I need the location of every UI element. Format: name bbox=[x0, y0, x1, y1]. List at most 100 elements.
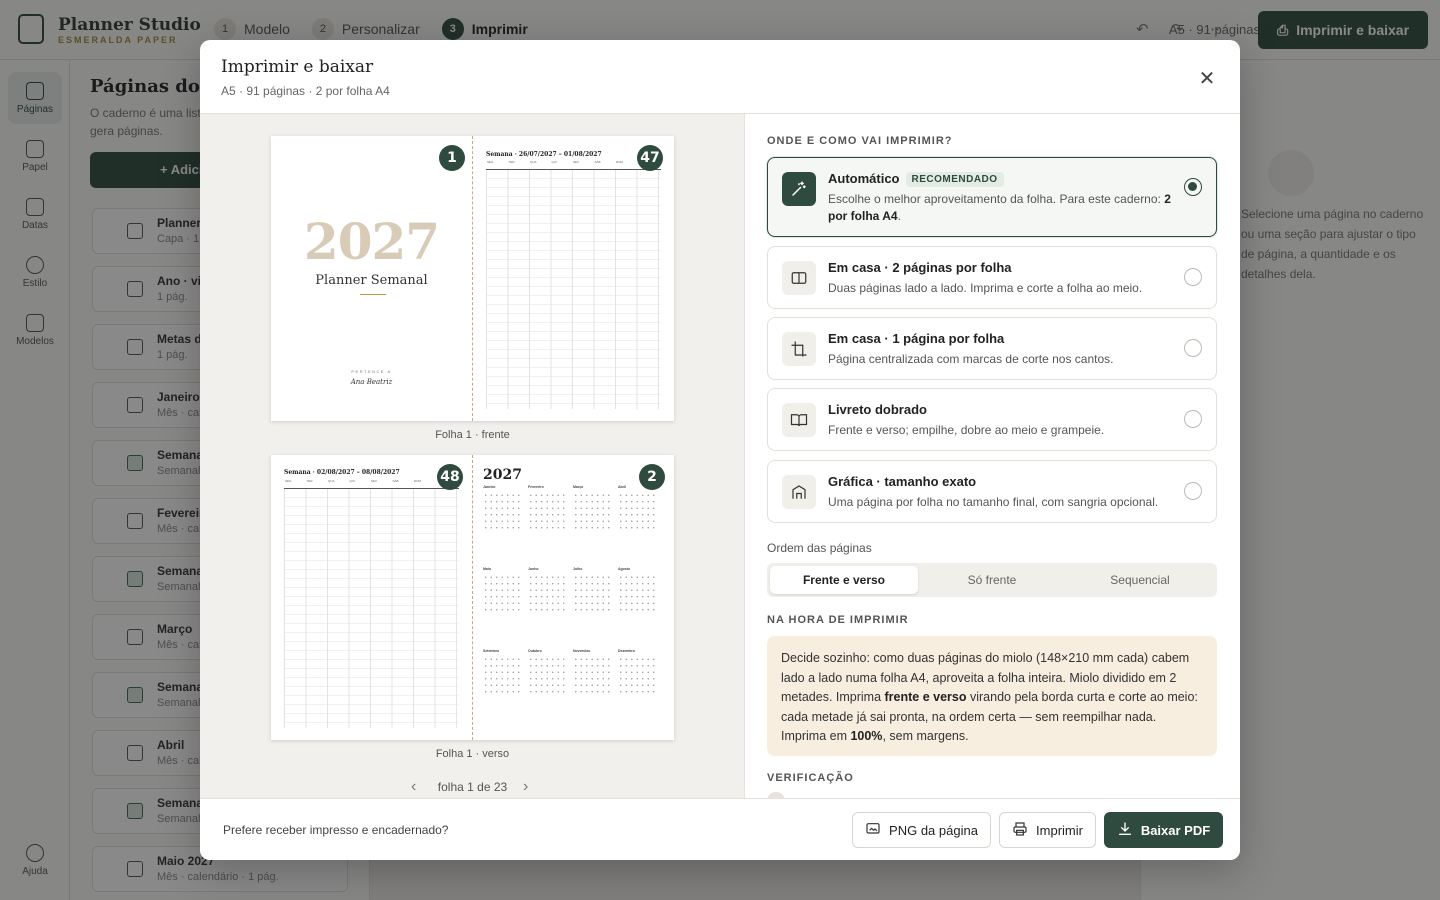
option-title-text: Automático bbox=[828, 171, 900, 186]
month-days bbox=[528, 492, 568, 532]
weekday-label: SEG bbox=[285, 479, 292, 483]
print-shop-icon bbox=[782, 475, 816, 509]
verify-title: VERIFICAÇÃO bbox=[767, 772, 854, 784]
mini-month: Julho bbox=[573, 567, 613, 617]
radio-selected[interactable] bbox=[1184, 178, 1202, 196]
crop-marks-icon bbox=[782, 332, 816, 366]
pdf-label: Baixar PDF bbox=[1140, 822, 1211, 838]
close-icon: ✕ bbox=[1198, 67, 1216, 90]
month-days bbox=[483, 574, 523, 614]
order-segmented-control: Frente e verso Só frente Sequencial bbox=[767, 563, 1217, 597]
radio[interactable] bbox=[1184, 339, 1202, 357]
sheet-back: Semana · 02/08/2027 – 08/08/2027 SEG TER Q… bbox=[271, 455, 674, 740]
option-desc: Escolhe o melhor aproveitamento da folha… bbox=[828, 191, 1178, 225]
next-sheet-button[interactable]: › bbox=[523, 778, 528, 796]
radio[interactable] bbox=[1184, 482, 1202, 500]
month-days bbox=[528, 656, 568, 696]
option-title: Automático RECOMENDADO bbox=[828, 171, 1004, 187]
printer-icon bbox=[1012, 821, 1028, 840]
week-title: Semana · 26/07/2027 – 01/08/2027 bbox=[486, 151, 602, 158]
two-pages-icon bbox=[782, 261, 816, 295]
fold-line bbox=[472, 455, 473, 740]
year-title: 2027 bbox=[483, 467, 522, 483]
week-grid bbox=[486, 169, 661, 409]
mini-month: Janeiro bbox=[483, 485, 523, 535]
month-days bbox=[483, 492, 523, 532]
month-days bbox=[618, 492, 658, 532]
options-pane: ONDE E COMO VAI IMPRIMIR? Automático RECO… bbox=[745, 114, 1240, 798]
sheet-front-caption: Folha 1 · frente bbox=[435, 429, 510, 441]
recommended-badge: RECOMENDADO bbox=[905, 172, 1004, 187]
mini-month: Setembro bbox=[483, 649, 523, 699]
order-label: Ordem das páginas bbox=[767, 541, 872, 555]
option-print-shop[interactable]: Gráfica · tamanho exato Uma página por f… bbox=[767, 460, 1217, 523]
mini-month: Maio bbox=[483, 567, 523, 617]
week-days: SEG TER QUA QUI SEX SÁB DOM bbox=[285, 479, 436, 483]
cover-name: Planner Semanal bbox=[315, 273, 428, 288]
mini-month: Novembro bbox=[573, 649, 613, 699]
page-badge: 1 bbox=[439, 145, 465, 171]
print-label: Imprimir bbox=[1036, 822, 1083, 838]
print-instructions: Decide sozinho: como duas páginas do mio… bbox=[767, 636, 1217, 756]
month-name: Fevereiro bbox=[528, 485, 544, 489]
radio[interactable] bbox=[1184, 410, 1202, 428]
weekday-label: QUI bbox=[349, 479, 355, 483]
desc-text: Escolhe o melhor aproveitamento da folha… bbox=[828, 192, 1165, 206]
option-title: Em casa · 2 páginas por folha bbox=[828, 260, 1012, 275]
month-days bbox=[573, 492, 613, 532]
order-option-duplex[interactable]: Frente e verso bbox=[770, 566, 918, 594]
option-desc: Uma página por folha no tamanho final, c… bbox=[828, 495, 1159, 509]
close-button[interactable]: ✕ bbox=[1192, 63, 1222, 93]
cover-belongs: PERTENCE A bbox=[351, 369, 392, 374]
month-days bbox=[618, 656, 658, 696]
preview-pane: 2027 Planner Semanal PERTENCE A Ana Beat… bbox=[200, 114, 745, 798]
print-modal: Imprimir e baixar A5 · 91 páginas · 2 po… bbox=[200, 40, 1240, 860]
option-desc: Página centralizada com marcas de corte … bbox=[828, 352, 1114, 366]
sheet-pager: folha 1 de 23 bbox=[437, 780, 508, 794]
month-name: Outubro bbox=[528, 649, 542, 653]
radio[interactable] bbox=[1184, 268, 1202, 286]
weekday-label: DOM bbox=[616, 160, 623, 164]
mini-month: Junho bbox=[528, 567, 568, 617]
sheet-front: 2027 Planner Semanal PERTENCE A Ana Beat… bbox=[271, 136, 674, 421]
image-icon bbox=[865, 821, 881, 840]
weekday-label: QUI bbox=[551, 160, 557, 164]
option-automatic[interactable]: Automático RECOMENDADO Escolhe o melhor a… bbox=[767, 157, 1217, 237]
desc-text: . bbox=[897, 209, 901, 223]
option-home-2up[interactable]: Em casa · 2 páginas por folha Duas págin… bbox=[767, 246, 1217, 309]
option-title: Em casa · 1 página por folha bbox=[828, 331, 1005, 346]
month-days bbox=[528, 574, 568, 614]
mini-month: Fevereiro bbox=[528, 485, 568, 535]
weekday-label: DOM bbox=[414, 479, 421, 483]
weekday-label: SEX bbox=[371, 479, 378, 483]
month-name: Setembro bbox=[483, 649, 500, 653]
option-title: Gráfica · tamanho exato bbox=[828, 474, 977, 489]
month-name: Junho bbox=[528, 567, 539, 571]
printed-offer-link[interactable]: Prefere receber impresso e encadernado? bbox=[223, 823, 448, 837]
download-pdf-button[interactable]: Baixar PDF bbox=[1104, 812, 1223, 848]
weekday-label: QUA bbox=[328, 479, 335, 483]
month-name: Dezembro bbox=[618, 649, 635, 653]
modal-title: Imprimir e baixar bbox=[221, 57, 374, 77]
page-badge: 47 bbox=[637, 145, 663, 171]
mini-month: Março bbox=[573, 485, 613, 535]
note-bold: 100% bbox=[850, 729, 883, 743]
download-icon bbox=[1117, 821, 1133, 840]
month-days bbox=[573, 574, 613, 614]
order-option-front-only[interactable]: Só frente bbox=[918, 566, 1066, 594]
week-grid bbox=[284, 488, 459, 728]
order-option-sequential[interactable]: Sequencial bbox=[1066, 566, 1214, 594]
weekday-label: SÁB bbox=[594, 160, 601, 164]
png-page-button[interactable]: PNG da página bbox=[852, 812, 991, 848]
weekday-label: TER bbox=[306, 479, 313, 483]
month-name: Novembro bbox=[573, 649, 591, 653]
week-title: Semana · 02/08/2027 – 08/08/2027 bbox=[284, 469, 400, 476]
month-name: Julho bbox=[573, 567, 583, 571]
modal-subtitle: A5 · 91 páginas · 2 por folha A4 bbox=[221, 84, 390, 98]
print-button[interactable]: Imprimir bbox=[999, 812, 1096, 848]
option-desc: Frente e verso; empilhe, dobre ao meio e… bbox=[828, 423, 1105, 437]
month-days bbox=[618, 574, 658, 614]
note-text: , sem margens. bbox=[882, 729, 969, 743]
option-booklet[interactable]: Livreto dobrado Frente e verso; empilhe,… bbox=[767, 388, 1217, 451]
option-home-1up[interactable]: Em casa · 1 página por folha Página cent… bbox=[767, 317, 1217, 380]
